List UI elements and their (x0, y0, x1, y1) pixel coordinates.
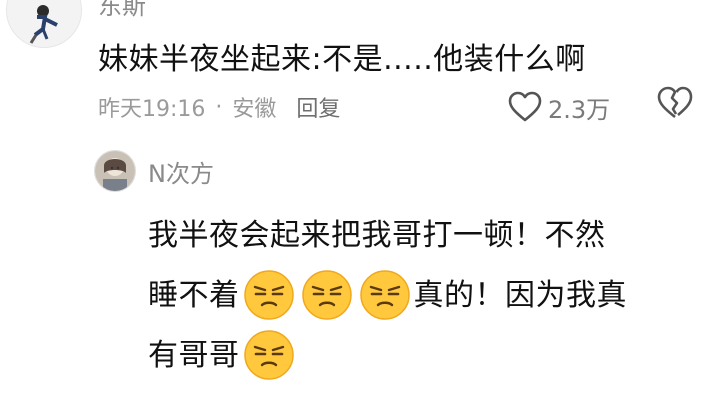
reply-line-2: 睡不着 真的！因为我真 (148, 266, 708, 326)
reply-line-1: 我半夜会起来把我哥打一顿！不然 (148, 218, 606, 253)
reply-line-3-prefix: 有哥哥 (148, 338, 240, 373)
broken-heart-icon[interactable] (657, 86, 693, 124)
meta-separator: · (215, 94, 223, 120)
like-button[interactable]: 2.3万 (508, 88, 610, 126)
comment-text: 妹妹半夜坐起来:不是.....他装什么啊 (98, 42, 586, 77)
annoyed-face-emoji (300, 267, 354, 321)
reply-line-2-prefix: 睡不着 (148, 278, 240, 313)
comment-thread: 东斯 妹妹半夜坐起来:不是.....他装什么啊 昨天19:16 · 安徽 回复 … (0, 0, 720, 405)
location: 安徽 (232, 97, 277, 122)
reply-avatar[interactable] (94, 150, 136, 192)
reply-username[interactable]: N次方 (148, 154, 214, 189)
comment-meta: 昨天19:16 · 安徽 回复 (98, 89, 340, 125)
avatar[interactable] (6, 0, 82, 48)
annoyed-face-emoji (242, 267, 296, 321)
like-count: 2.3万 (548, 95, 611, 124)
reply-line-2-suffix: 真的！因为我真 (413, 278, 627, 313)
annoyed-face-emoji (358, 267, 412, 321)
username[interactable]: 东斯 (98, 0, 146, 21)
reply-button[interactable]: 回复 (296, 91, 340, 123)
reply-line-3: 有哥哥 (148, 326, 708, 386)
reply-text: 我半夜会起来把我哥打一顿！不然 睡不着 真的！因为我真 有哥哥 (148, 206, 708, 386)
annoyed-face-emoji (242, 327, 296, 381)
timestamp: 昨天19:16 (98, 97, 206, 122)
heart-icon[interactable] (508, 91, 542, 123)
